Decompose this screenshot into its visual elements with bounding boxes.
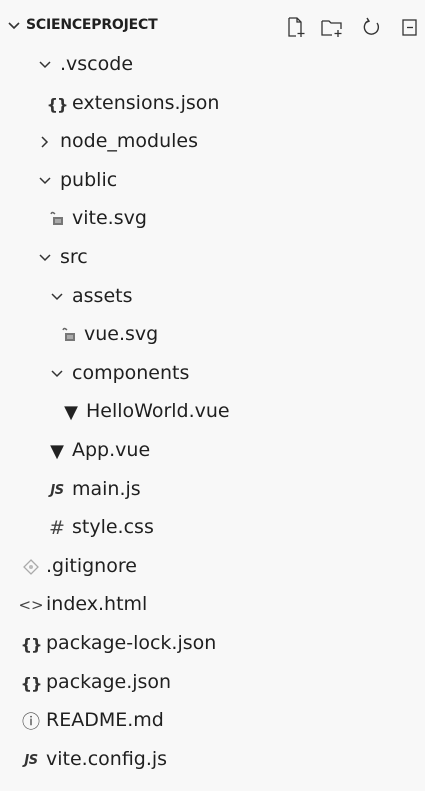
new-folder-icon[interactable] <box>319 14 345 40</box>
chevron-down-icon[interactable] <box>34 54 56 76</box>
chevron-down-icon[interactable] <box>34 170 56 192</box>
file-explorer: SCIENCEPROJECT .vscode {} extensions.jso… <box>0 0 425 791</box>
tree-folder[interactable]: node_modules <box>0 124 425 162</box>
json-braces-icon: {} <box>46 94 69 114</box>
tree-file[interactable]: JS vite.config.js <box>0 742 425 780</box>
tree-file[interactable]: ⓘ README.md <box>0 703 425 741</box>
js-icon: JS <box>24 752 38 768</box>
tree-item-label: .gitignore <box>46 555 137 577</box>
tree-file[interactable]: {} extensions.json <box>0 86 425 124</box>
css-hash-icon: # <box>49 517 65 539</box>
tree-file[interactable]: ▼ HelloWorld.vue <box>0 394 425 432</box>
vue-icon: ▼ <box>50 440 64 462</box>
html-code-icon: <> <box>18 596 44 614</box>
tree-item-label: assets <box>72 285 133 307</box>
tree-file[interactable]: JS main.js <box>0 472 425 510</box>
chevron-down-icon[interactable] <box>6 18 22 34</box>
tree-folder[interactable]: components <box>0 356 425 394</box>
json-braces-icon: {} <box>20 673 43 693</box>
tree-folder[interactable]: assets <box>0 279 425 317</box>
tree-file[interactable]: vite.svg <box>0 201 425 239</box>
tree-file[interactable]: vue.svg <box>0 317 425 355</box>
tree-item-label: App.vue <box>72 439 151 461</box>
tree-item-label: style.css <box>72 516 154 538</box>
tree-file[interactable]: .gitignore <box>0 549 425 587</box>
json-braces-icon: {} <box>20 634 43 654</box>
js-icon: JS <box>50 482 64 498</box>
tree-item-label: vite.config.js <box>46 748 168 770</box>
refresh-icon[interactable] <box>359 14 385 40</box>
vue-icon: ▼ <box>64 401 78 423</box>
tree-file[interactable]: ▼ App.vue <box>0 433 425 471</box>
chevron-down-icon[interactable] <box>34 247 56 269</box>
explorer-section-header[interactable]: SCIENCEPROJECT <box>0 14 425 44</box>
tree-item-label: README.md <box>46 709 164 731</box>
tree-item-label: node_modules <box>60 130 199 152</box>
tree-item-label: .vscode <box>60 53 134 75</box>
chevron-right-icon[interactable] <box>34 131 56 153</box>
tree-item-label: index.html <box>46 593 148 615</box>
tree-item-label: public <box>60 169 118 191</box>
tree-file[interactable]: <> index.html <box>0 587 425 625</box>
collapse-all-icon[interactable] <box>397 14 423 40</box>
tree-file[interactable]: # style.css <box>0 510 425 548</box>
tree-item-label: src <box>60 246 88 268</box>
svg-image-icon <box>46 208 68 230</box>
tree-item-label: main.js <box>72 478 141 500</box>
info-icon: ⓘ <box>22 712 40 733</box>
tree-item-label: HelloWorld.vue <box>86 400 230 422</box>
tree-folder[interactable]: src <box>0 240 425 278</box>
chevron-down-icon[interactable] <box>46 363 68 385</box>
explorer-title: SCIENCEPROJECT <box>26 17 158 33</box>
new-file-icon[interactable] <box>283 14 309 40</box>
tree-item-label: package.json <box>46 671 172 693</box>
tree-item-label: vue.svg <box>84 323 159 345</box>
tree-item-label: package-lock.json <box>46 632 217 654</box>
tree-file[interactable]: {} package.json <box>0 665 425 703</box>
gitignore-icon <box>20 556 42 578</box>
chevron-down-icon[interactable] <box>46 286 68 308</box>
svg-image-icon <box>58 324 80 346</box>
tree-item-label: components <box>72 362 190 384</box>
tree-item-label: extensions.json <box>72 92 220 114</box>
tree-item-label: vite.svg <box>72 207 147 229</box>
tree-folder[interactable]: public <box>0 163 425 201</box>
tree-folder[interactable]: .vscode <box>0 47 425 85</box>
tree-file[interactable]: {} package-lock.json <box>0 626 425 664</box>
